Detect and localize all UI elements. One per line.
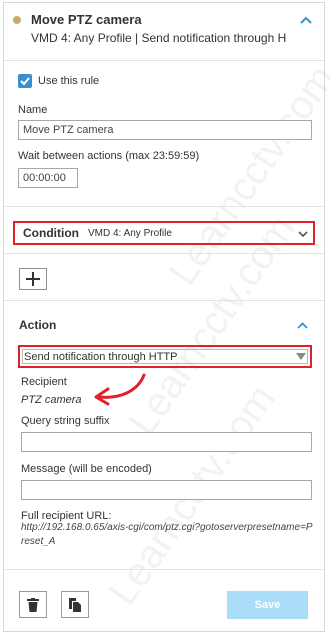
duplicate-button[interactable] [61,591,89,618]
add-condition-button[interactable] [19,268,47,290]
recipient-label: Recipient [21,376,67,388]
collapse-action-chevron-up-icon[interactable] [297,320,308,332]
action-type-select[interactable]: Send notification through HTTP [18,345,312,368]
condition-title: Condition [23,226,79,240]
recipient-url: http://192.168.0.65/axis-cgi/com/ptz.cgi… [21,522,313,547]
query-label: Query string suffix [21,415,110,427]
red-arrow-icon [94,373,146,406]
rule-panel: Learncctv.com Learncctv.com Learncctv.co… [3,2,330,632]
divider [4,206,324,207]
use-rule-checkbox[interactable] [18,74,32,88]
condition-dropdown[interactable]: Condition VMD 4: Any Profile [13,221,315,245]
trash-icon [27,598,39,612]
rule-summary: VMD 4: Any Profile | Send notification t… [31,31,287,45]
use-rule-label: Use this rule [38,75,100,87]
save-label: Save [254,599,281,611]
rule-title: Move PTZ camera [31,12,142,27]
condition-value: VMD 4: Any Profile [88,228,172,239]
dropdown-caret-icon [296,353,306,360]
message-input[interactable] [21,480,312,500]
copy-icon [69,598,81,612]
chevron-down-icon [298,229,308,241]
action-type-value: Send notification through HTTP [24,351,178,363]
divider [4,253,324,254]
action-title: Action [19,318,57,332]
divider [4,300,324,301]
save-button[interactable]: Save [227,591,308,619]
rule-header[interactable]: Move PTZ camera VMD 4: Any Profile | Sen… [4,3,324,61]
delete-button[interactable] [19,591,47,618]
name-input[interactable]: Move PTZ camera [18,120,312,140]
recipient-value[interactable]: PTZ camera [21,394,82,406]
wait-label: Wait between actions (max 23:59:59) [18,150,200,162]
message-label: Message (will be encoded) [21,463,152,475]
watermark: Learncctv.com [160,57,330,294]
checkmark-icon [20,77,30,86]
collapse-rule-chevron-up-icon[interactable] [300,16,312,26]
query-input[interactable] [21,432,312,452]
status-dot [13,16,21,24]
wait-time-input[interactable]: 00:00:00 [18,168,78,188]
plus-icon [26,272,40,286]
name-label: Name [18,104,48,116]
footer: Save [4,569,324,631]
